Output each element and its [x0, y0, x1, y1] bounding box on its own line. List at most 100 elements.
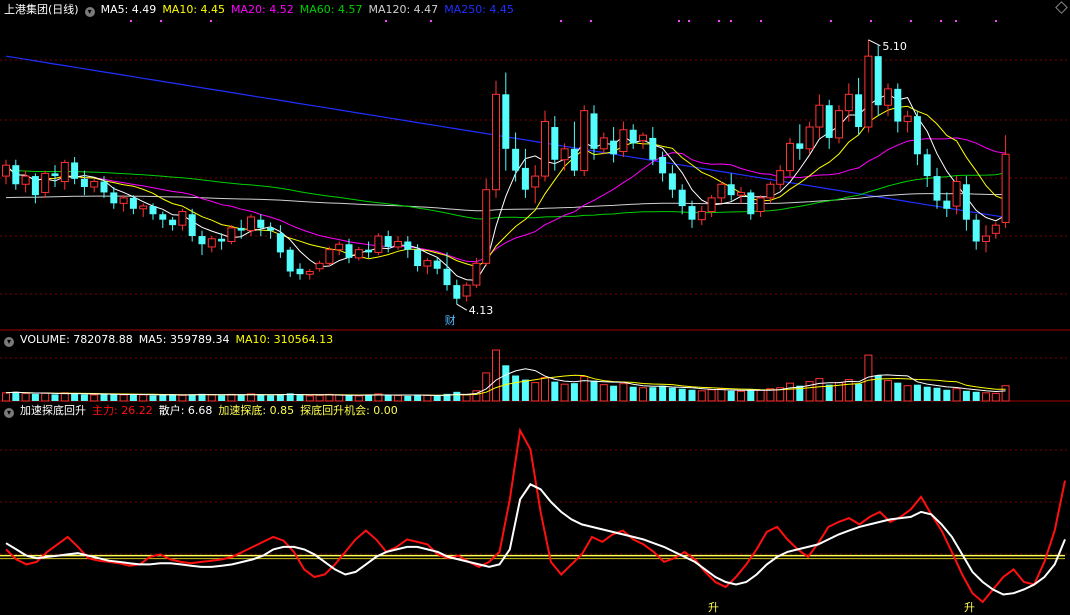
candle-body [844, 93, 853, 112]
candle-body [599, 137, 608, 150]
candle-body [129, 197, 137, 209]
candle-body [727, 184, 735, 196]
volume-bar [365, 394, 373, 401]
event-dot [430, 20, 432, 22]
candle-body [874, 56, 882, 106]
chance-value: 探底回升机会: 0.00 [300, 404, 398, 417]
candle-body [305, 270, 314, 275]
candle-body [2, 164, 10, 177]
volume-bar [257, 394, 265, 401]
candle-body [766, 183, 775, 199]
volume-bar [169, 394, 177, 401]
event-dot [678, 20, 680, 22]
candlestick-pane[interactable] [2, 20, 1010, 311]
volume-bar [688, 389, 696, 401]
finance-event-label[interactable]: 财 [445, 313, 456, 327]
volume-bar [629, 386, 637, 401]
candle-body [659, 157, 667, 174]
event-dot [718, 20, 720, 22]
volume-bar [462, 394, 471, 402]
volume-bar [129, 394, 137, 401]
candle-body [541, 121, 549, 177]
volume-bar [903, 385, 912, 402]
candle-body [188, 214, 196, 237]
volume-bar [678, 388, 686, 401]
volume-bar [855, 383, 863, 401]
candle-body [139, 205, 148, 210]
volume-bar [139, 394, 148, 402]
candle-body [551, 127, 559, 160]
retail-line [5, 483, 1066, 596]
volume-bar [178, 394, 187, 402]
candle-body [60, 161, 69, 183]
signal-mark-rise: 升 [964, 601, 975, 614]
event-dot [730, 20, 732, 22]
indicator-pane[interactable] [0, 427, 1066, 604]
volume-bar [354, 395, 363, 402]
volume-bar [531, 382, 540, 402]
candle-body [972, 219, 980, 242]
volume-bar [707, 389, 716, 402]
volume-bar [697, 390, 706, 402]
chevron-down-icon[interactable]: ▾ [4, 337, 14, 347]
candle-body [119, 197, 128, 204]
candle-body [110, 192, 118, 204]
main-legend: 上港集团(日线) ▾ MA5: 4.49 MA10: 4.45 MA20: 4.52 MA… [4, 3, 520, 17]
candle-body [51, 173, 59, 177]
volume-bar [21, 392, 30, 402]
volume-bar [590, 380, 598, 401]
volume-bar [982, 392, 990, 402]
ma60-legend: MA60: 4.57 [299, 3, 363, 16]
candle-body [903, 115, 912, 123]
event-dot [560, 20, 562, 22]
event-dot [995, 20, 997, 22]
candle-body [207, 238, 216, 248]
volume-bar [80, 394, 88, 401]
volume-bar [610, 385, 618, 401]
volume-bar [119, 394, 128, 402]
candle-body [884, 88, 892, 106]
volume-value: VOLUME: 782078.88 [20, 333, 133, 346]
candle-body [991, 224, 1000, 234]
event-dot [760, 20, 762, 22]
candle-body [894, 88, 902, 122]
event-dot [385, 20, 387, 22]
chart-title: 上港集团(日线) [4, 3, 79, 16]
volume-bar [31, 393, 39, 401]
candle-body [864, 55, 873, 128]
candle-body [218, 238, 226, 242]
candle-body [678, 189, 686, 207]
volume-bar [551, 381, 559, 401]
volume-bar [345, 395, 353, 401]
candle-body [80, 178, 88, 187]
ma20-legend: MA20: 4.52 [231, 3, 294, 16]
chevron-down-icon[interactable]: ▾ [4, 408, 14, 418]
volume-bar [815, 378, 824, 402]
candle-body [688, 206, 696, 220]
event-dot [830, 20, 832, 22]
candle-body [697, 211, 706, 221]
volume-bar [913, 384, 921, 401]
volume-bar [237, 394, 245, 401]
candle-body [943, 200, 951, 209]
volume-bar [276, 394, 284, 401]
volume-ma5: MA5: 359789.34 [138, 333, 230, 346]
volume-bar [335, 394, 344, 402]
volume-bar [991, 392, 1000, 402]
event-dot [955, 20, 957, 22]
candle-body [443, 268, 451, 286]
candle-body [952, 181, 961, 207]
candle-body [580, 110, 589, 172]
chevron-down-icon[interactable]: ▾ [84, 7, 95, 17]
candle-body [345, 244, 353, 258]
signal-mark-rise: 升 [708, 601, 719, 614]
candle-body [913, 116, 921, 155]
volume-bar [756, 389, 765, 402]
volume-bar [423, 394, 432, 402]
candle-body [169, 219, 177, 226]
candle-body [325, 249, 334, 264]
volume-bar [737, 390, 745, 402]
candle-body [1001, 153, 1010, 223]
candle-body [462, 284, 471, 297]
candle-body [100, 181, 108, 193]
